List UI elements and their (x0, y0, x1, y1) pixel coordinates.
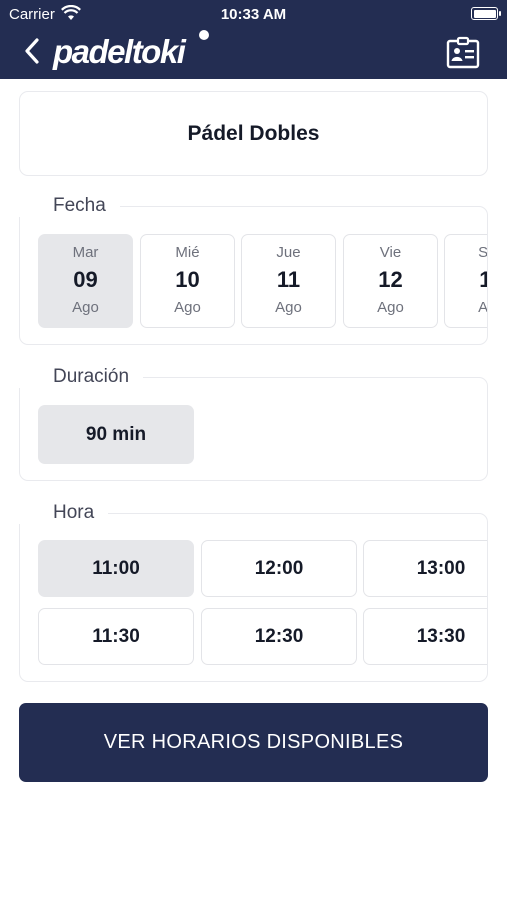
app-logo: padeltoki (53, 33, 186, 70)
time-slot[interactable]: 13:30 (363, 608, 487, 665)
sport-card[interactable]: Pádel Dobles (19, 91, 488, 176)
month-label: Ago (377, 299, 404, 316)
sport-title: Pádel Dobles (187, 122, 320, 145)
date-section-label: Fecha (19, 195, 120, 217)
time-slot[interactable]: 13:00 (363, 540, 487, 597)
time-section: 11:00 12:00 13:00 11:30 12:30 13:30 (19, 513, 488, 682)
chevron-left-icon[interactable] (22, 35, 46, 67)
month-label: Ago (72, 299, 99, 316)
month-label: Ago (478, 299, 488, 316)
duration-option[interactable]: 90 min (38, 405, 194, 464)
time-slot[interactable]: 12:00 (201, 540, 357, 597)
date-option[interactable]: Mar 09 Ago (38, 234, 133, 328)
day-number: 09 (73, 267, 98, 292)
date-option[interactable]: Sáb 13 Ago (444, 234, 488, 328)
day-of-week: Mar (72, 244, 99, 261)
app-header: Carrier 10:33 AM padeltoki (0, 0, 507, 79)
day-number: 12 (378, 267, 403, 292)
day-number: 11 (276, 267, 301, 292)
time-section-label: Hora (19, 502, 109, 524)
status-bar: Carrier 10:33 AM (0, 0, 507, 28)
month-label: Ago (275, 299, 302, 316)
id-card-icon[interactable] (446, 36, 480, 70)
month-label: Ago (174, 299, 201, 316)
day-number: 13 (445, 267, 487, 293)
duration-section-label: Duración (19, 366, 144, 388)
day-of-week: Vie (379, 244, 402, 261)
status-time: 10:33 AM (220, 6, 287, 23)
time-slot[interactable]: 11:30 (38, 608, 194, 665)
battery-icon (471, 7, 501, 20)
date-section: Mar 09 Ago Mié 10 Ago Jue 11 Ago Vie 12 … (19, 206, 488, 345)
time-slot[interactable]: 11:00 (38, 540, 194, 597)
duration-section: 90 min (19, 377, 488, 481)
date-option[interactable]: Jue 11 Ago (241, 234, 336, 328)
day-of-week: Mié (175, 244, 200, 261)
day-of-week: Jue (276, 244, 301, 261)
day-number: 10 (175, 267, 200, 292)
day-of-week: Sáb (478, 244, 488, 261)
date-option[interactable]: Mié 10 Ago (140, 234, 235, 328)
date-option[interactable]: Vie 12 Ago (343, 234, 438, 328)
time-slot[interactable]: 12:30 (201, 608, 357, 665)
logo-ball-icon (199, 30, 209, 40)
view-available-times-button[interactable]: VER HORARIOS DISPONIBLES (19, 703, 488, 782)
